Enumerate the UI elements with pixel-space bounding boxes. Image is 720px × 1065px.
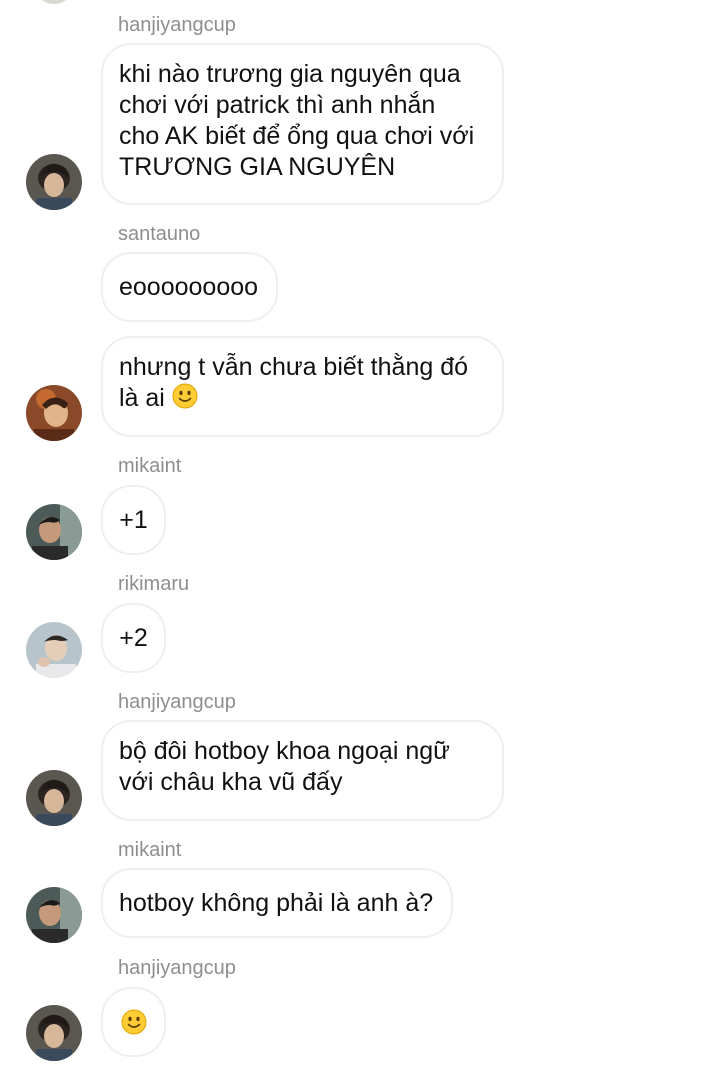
message-text: nhưng t vẫn chưa biết thằng đó	[119, 353, 468, 381]
avatar[interactable]	[26, 385, 82, 441]
username-label[interactable]: mikaint	[118, 454, 181, 478]
smiling-face-icon	[172, 383, 198, 409]
message-text: khi nào trương gia nguyên qua	[119, 60, 461, 88]
message-text: bộ đôi hotboy khoa ngoại ngữ	[119, 737, 450, 765]
message-text: cho AK biết để ổng qua chơi với	[119, 122, 475, 150]
message-text: TRƯƠNG GIA NGUYÊN	[119, 153, 396, 181]
avatar[interactable]	[26, 1005, 82, 1061]
message-bubble[interactable]	[101, 987, 166, 1057]
message-bubble[interactable]: bộ đôi hotboy khoa ngoại ngữ với châu kh…	[101, 720, 504, 821]
message-bubble[interactable]: eooooooooo	[101, 252, 279, 322]
avatar[interactable]	[26, 622, 82, 678]
comment-thread: hanjiyangcup khi nào trương gia nguyên q…	[0, 0, 720, 1065]
username-label[interactable]: hanjiyangcup	[118, 690, 236, 714]
username-label[interactable]: mikaint	[118, 838, 181, 862]
avatar[interactable]	[26, 887, 82, 943]
message-bubble[interactable]: +1	[101, 485, 166, 555]
message-text: +2	[119, 624, 148, 652]
username-label[interactable]: rikimaru	[118, 572, 189, 596]
message-bubble[interactable]: +2	[101, 603, 166, 673]
message-text: +1	[119, 506, 148, 534]
message-text: hotboy không phải là anh à?	[119, 889, 434, 917]
avatar[interactable]	[26, 504, 82, 560]
avatar[interactable]	[26, 154, 82, 210]
username-label[interactable]: hanjiyangcup	[118, 956, 236, 980]
avatar[interactable]	[36, 0, 72, 4]
message-text: eooooooooo	[119, 273, 259, 301]
message-text: là ai	[119, 384, 165, 412]
username-label[interactable]: hanjiyangcup	[118, 13, 236, 37]
message-bubble[interactable]: khi nào trương gia nguyên qua chơi với p…	[101, 43, 504, 205]
message-bubble[interactable]: nhưng t vẫn chưa biết thằng đó là ai	[101, 336, 504, 437]
message-text: với châu kha vũ đấy	[119, 768, 343, 796]
smiling-face-icon	[121, 1009, 147, 1035]
username-label[interactable]: santauno	[118, 222, 200, 246]
message-text: chơi với patrick thì anh nhắn	[119, 91, 436, 119]
avatar[interactable]	[26, 770, 82, 826]
message-bubble[interactable]: hotboy không phải là anh à?	[101, 868, 454, 938]
